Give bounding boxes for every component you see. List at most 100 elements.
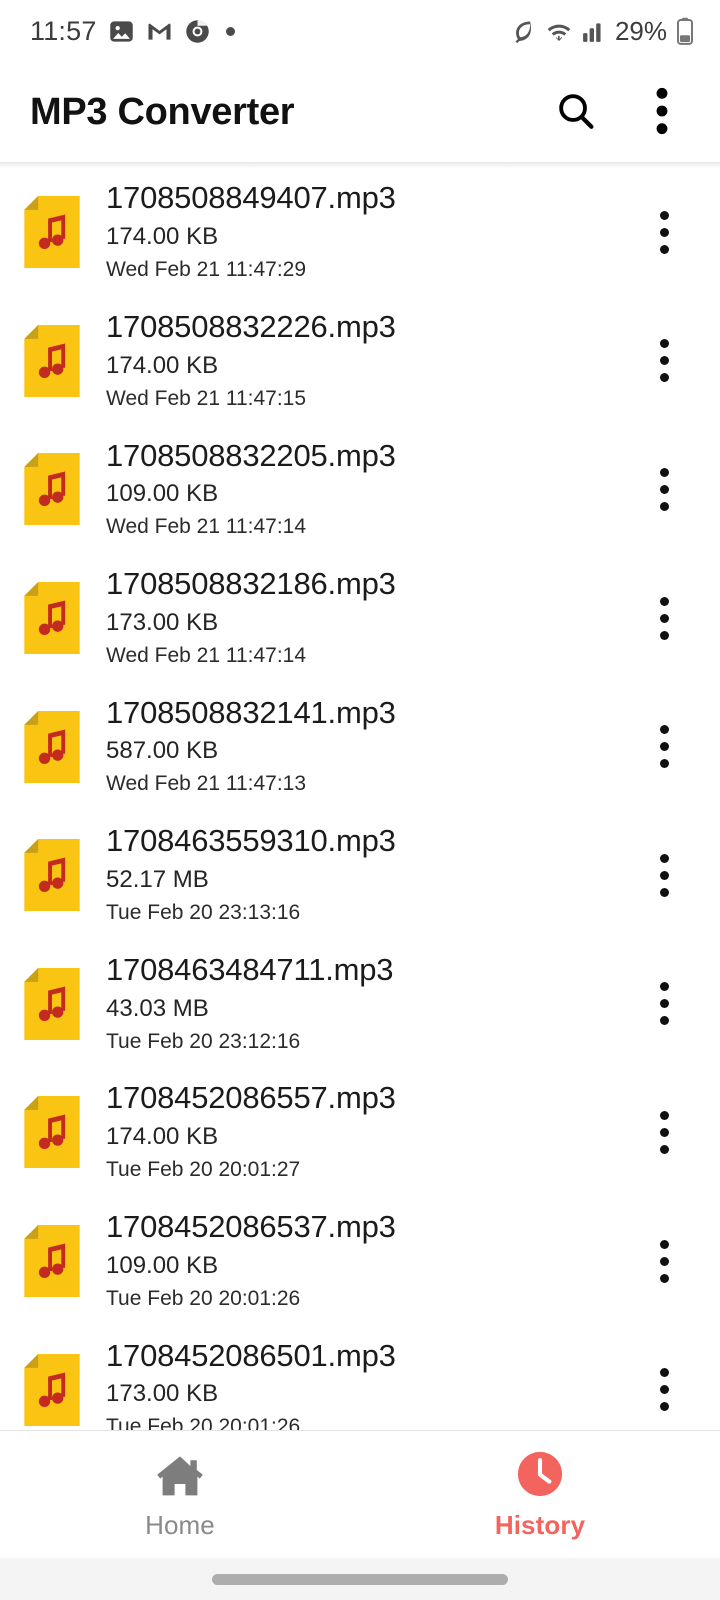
file-row-menu-button[interactable] — [636, 1097, 692, 1167]
more-vertical-icon — [659, 742, 669, 752]
file-row-menu-button[interactable] — [636, 1355, 692, 1425]
file-size: 174.00 KB — [106, 351, 219, 379]
file-name: 1708508832141.mp3 — [106, 695, 396, 730]
file-row[interactable]: 1708463484711.mp3 43.03 MB Tue Feb 20 23:1… — [0, 939, 720, 1069]
more-vertical-icon — [659, 596, 669, 606]
file-row[interactable]: 1708508832226.mp3 174.00 KB Wed Feb 21 11:… — [0, 296, 720, 426]
more-vertical-icon — [659, 1127, 669, 1137]
more-vertical-icon — [659, 210, 669, 220]
file-size: 174.00 KB — [106, 223, 219, 251]
mp3-file-icon — [24, 582, 80, 655]
more-vertical-icon — [659, 1239, 669, 1249]
battery-icon — [676, 17, 694, 45]
file-name: 1708508832226.mp3 — [106, 309, 396, 344]
file-row-texts: 1708463484711.mp3 43.03 MB Tue Feb 20 23:1… — [106, 953, 636, 1055]
search-icon — [554, 89, 598, 136]
mp3-file-icon — [24, 967, 80, 1040]
battery-saver-leaf-icon — [510, 18, 536, 44]
file-row-texts: 1708508832186.mp3 173.00 KB Wed Feb 21 11:… — [106, 567, 636, 669]
more-vertical-icon — [659, 853, 669, 863]
more-vertical-icon — [659, 870, 669, 880]
file-row[interactable]: 1708508832205.mp3 109.00 KB Wed Feb 21 11:… — [0, 425, 720, 554]
nav-item-history[interactable]: History — [360, 1448, 720, 1541]
file-row[interactable]: 1708508832141.mp3 587.00 KB Wed Feb 21 11:… — [0, 682, 720, 811]
search-button[interactable] — [548, 84, 604, 140]
more-vertical-icon — [659, 356, 669, 366]
file-row-texts: 1708508849407.mp3 174.00 KB Wed Feb 21 11:… — [106, 181, 636, 283]
file-row-menu-button[interactable] — [636, 969, 692, 1039]
file-name: 1708508832186.mp3 — [106, 567, 396, 602]
file-row-menu-button[interactable] — [636, 583, 692, 653]
more-vertical-icon — [659, 887, 669, 897]
more-vertical-icon — [659, 227, 669, 237]
file-size: 109.00 KB — [106, 480, 219, 508]
nav-label-history: History — [494, 1510, 586, 1540]
file-row-texts: 1708508832141.mp3 587.00 KB Wed Feb 21 11:… — [106, 696, 636, 798]
status-bar-clock: 11:57 — [30, 15, 97, 46]
file-row[interactable]: 1708508849407.mp3 174.00 KB Wed Feb 21 11:… — [0, 168, 720, 297]
battery-percent-label: 29% — [614, 15, 667, 46]
file-row-menu-button[interactable] — [636, 712, 692, 782]
status-bar: 11:57 29% — [0, 0, 720, 62]
more-vertical-icon — [659, 373, 669, 383]
home-icon — [154, 1448, 206, 1500]
mp3-file-icon — [24, 839, 80, 912]
file-date: Tue Feb 20 20:01:26 — [106, 1286, 301, 1310]
mp3-file-icon — [24, 1353, 80, 1426]
file-date: Wed Feb 21 11:47:15 — [106, 386, 307, 410]
more-vertical-icon — [659, 1144, 669, 1154]
file-row-texts: 1708463559310.mp3 52.17 MB Tue Feb 20 23:1… — [106, 824, 636, 926]
file-name: 1708508832205.mp3 — [106, 438, 396, 473]
more-vertical-icon — [659, 630, 669, 640]
file-row[interactable]: 1708508832186.mp3 173.00 KB Wed Feb 21 11:… — [0, 553, 720, 683]
overflow-menu-button[interactable] — [634, 84, 690, 140]
more-vertical-icon — [659, 339, 669, 349]
gesture-pill[interactable] — [212, 1573, 508, 1585]
file-date: Tue Feb 20 20:01:26 — [106, 1415, 301, 1430]
more-vertical-icon — [659, 613, 669, 623]
more-vertical-icon — [659, 1385, 669, 1395]
more-vertical-icon — [659, 1402, 669, 1412]
notification-dot-icon — [225, 26, 235, 36]
app-screen: 11:57 29% MP3 Converter 1708508849407.mp… — [0, 0, 720, 1600]
nav-item-home[interactable]: Home — [0, 1448, 360, 1541]
mp3-file-icon — [24, 324, 80, 397]
more-vertical-icon — [655, 87, 669, 138]
file-row-texts: 1708452086501.mp3 173.00 KB Tue Feb 20 20:… — [106, 1339, 636, 1430]
file-row-texts: 1708508832205.mp3 109.00 KB Wed Feb 21 11:… — [106, 439, 636, 541]
file-date: Wed Feb 21 11:47:13 — [106, 772, 307, 796]
more-vertical-icon — [659, 484, 669, 494]
file-row[interactable]: 1708452086557.mp3 174.00 KB Tue Feb 20 20:… — [0, 1068, 720, 1197]
mp3-file-icon — [24, 1096, 80, 1169]
file-row-menu-button[interactable] — [636, 454, 692, 524]
file-size: 52.17 MB — [106, 866, 209, 893]
file-name: 1708452086557.mp3 — [106, 1081, 396, 1116]
file-size: 109.00 KB — [106, 1251, 219, 1279]
file-row-menu-button[interactable] — [636, 197, 692, 267]
more-vertical-icon — [659, 1110, 669, 1120]
more-vertical-icon — [659, 1368, 669, 1378]
file-row-menu-button[interactable] — [636, 1226, 692, 1296]
file-date: Tue Feb 20 23:12:16 — [106, 1029, 301, 1053]
file-row[interactable]: 1708452086501.mp3 173.00 KB Tue Feb 20 20:… — [0, 1325, 720, 1430]
file-size: 174.00 KB — [106, 1123, 219, 1151]
more-vertical-icon — [659, 982, 669, 992]
cellular-signal-icon — [582, 19, 606, 43]
more-vertical-icon — [659, 244, 669, 254]
system-gesture-bar — [0, 1558, 720, 1600]
page-title: MP3 Converter — [30, 90, 295, 133]
file-size: 173.00 KB — [106, 608, 219, 636]
file-row-menu-button[interactable] — [636, 840, 692, 910]
file-date: Wed Feb 21 11:47:14 — [106, 515, 307, 539]
file-row-menu-button[interactable] — [636, 326, 692, 396]
file-size: 173.00 KB — [106, 1380, 219, 1408]
more-vertical-icon — [659, 1256, 669, 1266]
chrome-icon — [184, 18, 211, 45]
history-clock-icon — [514, 1448, 566, 1500]
file-row[interactable]: 1708452086537.mp3 109.00 KB Tue Feb 20 20:… — [0, 1196, 720, 1326]
mp3-file-icon — [24, 710, 80, 783]
file-row[interactable]: 1708463559310.mp3 52.17 MB Tue Feb 20 23:1… — [0, 810, 720, 940]
status-bar-right: 29% — [510, 16, 694, 47]
file-list[interactable]: 1708508849407.mp3 174.00 KB Wed Feb 21 11:… — [0, 168, 720, 1430]
nav-label-home: Home — [145, 1510, 215, 1540]
